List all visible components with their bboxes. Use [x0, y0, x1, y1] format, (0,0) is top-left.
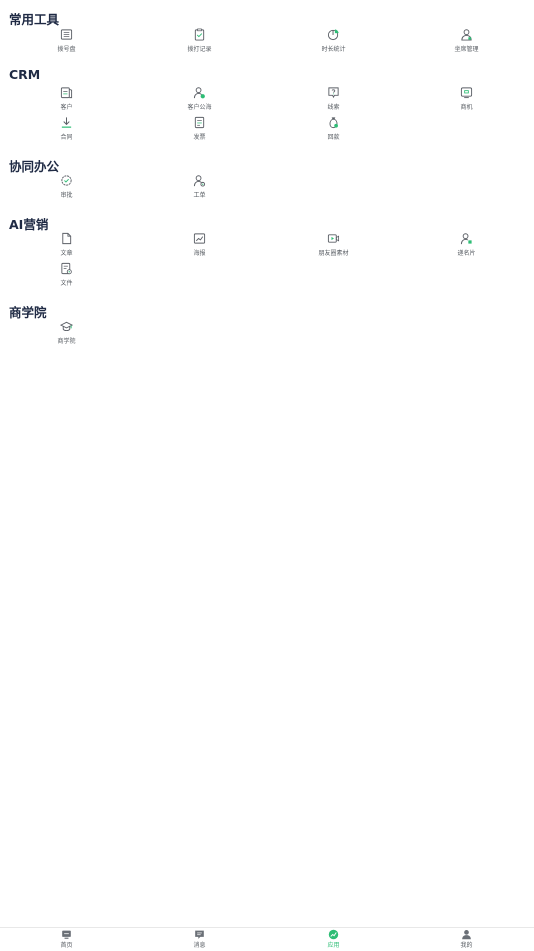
app-article[interactable]: 文章 [0, 232, 133, 260]
app-customer-pool[interactable]: 客户公海 [133, 86, 266, 114]
apps-trend-icon [328, 929, 339, 940]
app-opportunity[interactable]: 商机 [400, 86, 533, 114]
app-work-order[interactable]: 工单 [133, 174, 266, 202]
tab-profile[interactable]: 我的 [400, 929, 533, 950]
app-customer-pool-label: 客户公海 [187, 104, 212, 111]
app-poster[interactable]: 海报 [133, 232, 266, 260]
user-check-icon [193, 87, 205, 99]
video-icon [327, 234, 340, 243]
app-contract-label: 合同 [60, 134, 73, 141]
user-card-icon [460, 233, 472, 245]
user-manage-icon [461, 29, 472, 41]
dialpad-icon [60, 29, 73, 40]
section-title-common-tools: 常用工具 [9, 12, 60, 27]
app-invoice[interactable]: 发票 [133, 116, 266, 144]
clipboard-check-icon [194, 28, 205, 41]
message-icon [195, 930, 204, 939]
opportunity-screen-icon [460, 87, 473, 99]
app-seat-management[interactable]: 坐席管理 [400, 28, 533, 56]
section-title-academy: 商学院 [9, 305, 47, 320]
user-icon [462, 930, 471, 940]
graduation-cap-icon [60, 321, 73, 332]
bottom-tab-bar: 首页 消息 应用 我的 [0, 927, 534, 951]
app-duration-stats[interactable]: 时长统计 [267, 28, 400, 56]
app-call-records-label: 拨打记录 [187, 46, 212, 53]
app-work-order-label: 工单 [193, 192, 206, 199]
app-opportunity-label: 商机 [460, 104, 473, 111]
tab-profile-label: 我的 [460, 942, 473, 949]
app-file-label: 文件 [60, 280, 73, 287]
tab-messages[interactable]: 消息 [133, 929, 266, 950]
app-leads[interactable]: 线索 [267, 86, 400, 114]
app-article-label: 文章 [60, 250, 73, 257]
poster-chart-icon [193, 233, 206, 244]
app-poster-label: 海报 [193, 250, 206, 257]
app-customer-label: 客户 [60, 104, 73, 111]
section-title-collaboration: 协同办公 [9, 159, 60, 174]
section-title-crm: CRM [9, 67, 41, 82]
app-invoice-label: 发票 [193, 134, 206, 141]
section-title-ai-marketing: AI营销 [9, 217, 49, 232]
app-academy[interactable]: 商学院 [0, 320, 133, 348]
approval-badge-icon [61, 175, 72, 186]
app-business-card-label: 递名片 [457, 250, 476, 257]
file-settings-icon [61, 262, 72, 275]
tab-messages-label: 消息 [193, 942, 206, 949]
pie-chart-icon [327, 29, 339, 41]
app-moments-material-label: 朋友圈素材 [318, 250, 349, 257]
app-business-card[interactable]: 递名片 [400, 232, 533, 260]
tab-home-label: 首页 [60, 942, 73, 949]
question-bubble-icon [328, 87, 339, 99]
tab-apps-label: 应用 [327, 942, 340, 949]
download-icon [61, 117, 72, 128]
app-call-records[interactable]: 拨打记录 [133, 28, 266, 56]
app-leads-label: 线索 [327, 104, 340, 111]
money-bag-icon [329, 117, 338, 129]
app-payment-label: 回款 [327, 134, 340, 141]
user-gear-icon [193, 175, 206, 187]
app-file[interactable]: 文件 [0, 262, 133, 290]
home-screen-icon [62, 930, 71, 939]
app-customer[interactable]: 客户 [0, 86, 133, 114]
app-approval-label: 审批 [60, 192, 73, 199]
app-duration-stats-label: 时长统计 [321, 46, 346, 53]
app-contract[interactable]: 合同 [0, 116, 133, 144]
app-approval[interactable]: 审批 [0, 174, 133, 202]
app-academy-label: 商学院 [57, 338, 76, 345]
invoice-icon [194, 116, 205, 129]
customer-card-icon [60, 87, 73, 99]
app-seat-management-label: 坐席管理 [454, 46, 479, 53]
tab-apps[interactable]: 应用 [267, 929, 400, 950]
document-icon [62, 232, 72, 245]
app-dialpad[interactable]: 拨号盘 [0, 28, 133, 56]
app-payment[interactable]: 回款 [267, 116, 400, 144]
app-dialpad-label: 拨号盘 [57, 46, 76, 53]
tab-home[interactable]: 首页 [0, 929, 133, 950]
app-moments-material[interactable]: 朋友圈素材 [267, 232, 400, 260]
